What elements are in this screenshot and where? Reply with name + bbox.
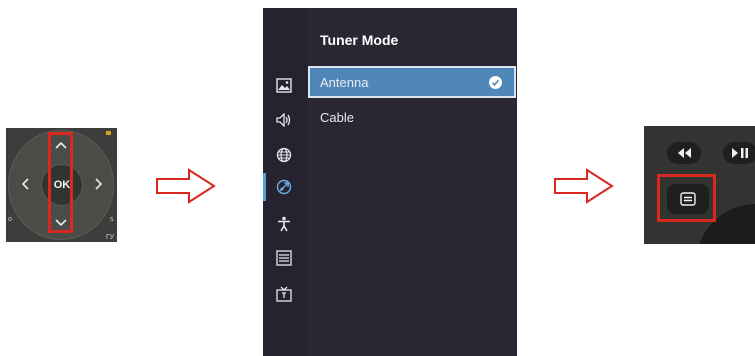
flow-arrow-2-icon: [554, 168, 614, 204]
menu-item-label: Cable: [320, 109, 354, 125]
corner-label-bottom-right: ГУ: [106, 234, 115, 241]
list-icon[interactable]: [275, 249, 293, 267]
menu-item-antenna[interactable]: Antenna: [308, 66, 516, 98]
highlight-box: [48, 132, 73, 233]
settings-sidebar: [263, 8, 307, 356]
accessibility-icon[interactable]: [275, 215, 293, 233]
corner-label-left: o: [8, 216, 12, 223]
tv-icon[interactable]: [275, 285, 293, 303]
picture-icon[interactable]: [275, 76, 293, 94]
remote-dpad-image: OK o s ГУ: [6, 128, 117, 242]
tv-settings-panel: Tuner Mode Antenna Cable: [263, 8, 517, 356]
rewind-icon: [678, 148, 691, 158]
right-arrow-icon[interactable]: [94, 178, 104, 192]
menu-item-cable[interactable]: Cable: [308, 101, 516, 133]
active-indicator: [263, 173, 266, 201]
remote-playback-image: [644, 126, 755, 244]
menu-item-label: Antenna: [320, 74, 369, 90]
rewind-button[interactable]: [667, 142, 701, 164]
corner-label-right: s: [110, 216, 114, 223]
channel-icon[interactable]: [275, 178, 293, 196]
flow-arrow-1-icon: [156, 168, 216, 204]
indicator-dot: [106, 131, 111, 135]
sound-icon[interactable]: [275, 111, 293, 129]
menu-title: Tuner Mode: [320, 32, 399, 48]
left-arrow-icon[interactable]: [20, 178, 30, 192]
network-icon[interactable]: [275, 146, 293, 164]
play-pause-icon: [732, 148, 748, 158]
highlight-box: [657, 174, 716, 222]
play-pause-button[interactable]: [723, 142, 755, 164]
check-icon: [489, 76, 502, 89]
